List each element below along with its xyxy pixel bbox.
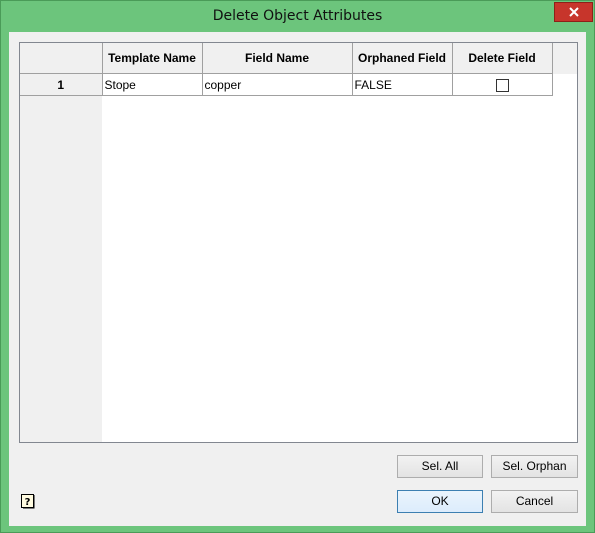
attributes-grid[interactable]: Template Name Field Name Orphaned Field … xyxy=(19,42,578,443)
close-button[interactable] xyxy=(554,2,593,22)
title-bar[interactable]: Delete Object Attributes xyxy=(1,1,594,32)
column-header-orphaned-field[interactable]: Orphaned Field xyxy=(352,43,453,74)
svg-text:?: ? xyxy=(25,497,31,508)
delete-field-checkbox[interactable] xyxy=(495,78,509,92)
select-orphan-button[interactable]: Sel. Orphan xyxy=(491,455,578,478)
ok-button[interactable]: OK xyxy=(397,490,483,513)
row-number[interactable]: 1 xyxy=(20,73,103,96)
dialog-window: Delete Object Attributes Template Name F… xyxy=(0,0,595,533)
column-header-template-name[interactable]: Template Name xyxy=(102,43,203,74)
row-header-strip xyxy=(20,43,102,442)
cell-template-name[interactable]: Stope xyxy=(102,73,203,96)
column-header-delete-field[interactable]: Delete Field xyxy=(452,43,553,74)
help-icon[interactable]: ? xyxy=(21,494,35,510)
corner-header[interactable] xyxy=(20,43,103,74)
cell-field-name[interactable]: copper xyxy=(202,73,353,96)
header-row: Template Name Field Name Orphaned Field … xyxy=(20,43,553,74)
attributes-table: Template Name Field Name Orphaned Field … xyxy=(20,43,553,96)
dialog-client-area: Template Name Field Name Orphaned Field … xyxy=(9,32,586,526)
cell-delete-field[interactable] xyxy=(452,73,553,96)
select-all-button[interactable]: Sel. All xyxy=(397,455,483,478)
cell-orphaned-field[interactable]: FALSE xyxy=(352,73,453,96)
table-row[interactable]: 1 Stope copper FALSE xyxy=(20,73,553,96)
cancel-button[interactable]: Cancel xyxy=(491,490,578,513)
window-title: Delete Object Attributes xyxy=(212,8,383,24)
close-icon xyxy=(568,7,579,17)
column-header-field-name[interactable]: Field Name xyxy=(202,43,353,74)
